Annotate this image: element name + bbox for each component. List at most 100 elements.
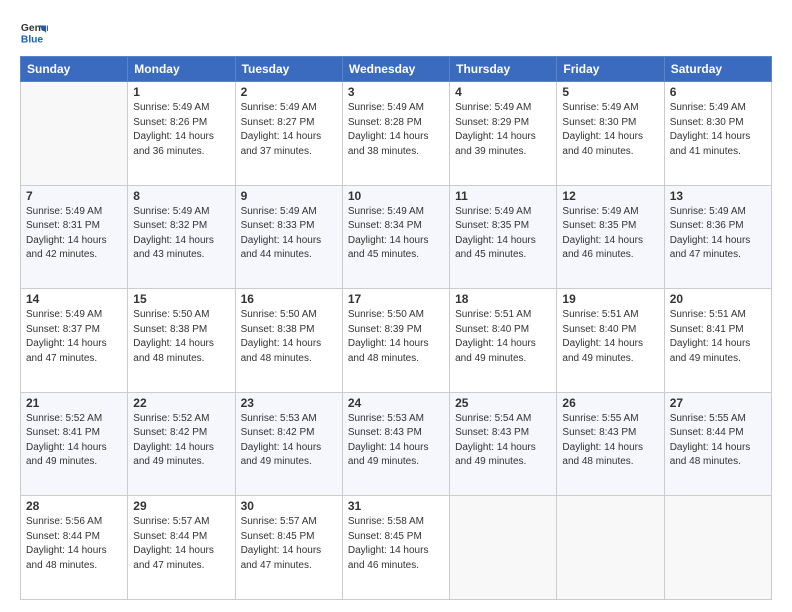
day-info: Sunrise: 5:49 AMSunset: 8:37 PMDaylight:… [26,308,122,366]
day-number: 2 [241,85,337,99]
day-info: Sunrise: 5:56 AMSunset: 8:44 PMDaylight:… [26,515,122,573]
day-number: 27 [670,396,766,410]
calendar-day-cell: 10 Sunrise: 5:49 AMSunset: 8:34 PMDayligh… [342,185,449,289]
day-info: Sunrise: 5:50 AMSunset: 8:38 PMDaylight:… [241,308,337,366]
day-number: 12 [562,189,658,203]
day-number: 13 [670,189,766,203]
day-number: 7 [26,189,122,203]
day-number: 6 [670,85,766,99]
calendar-day-cell: 19Sunrise: 5:51 AMSunset: 8:40 PMDayligh… [557,289,664,393]
day-number: 16 [241,292,337,306]
calendar-day-header: Friday [557,57,664,82]
calendar-day-cell: 8 Sunrise: 5:49 AMSunset: 8:32 PMDaylight… [128,185,235,289]
calendar-week-row: 14 Sunrise: 5:49 AMSunset: 8:37 PMDayligh… [21,289,772,393]
day-info: Sunrise: 5:52 AMSunset: 8:42 PMDaylight:… [133,412,229,470]
calendar-day-cell: 26 Sunrise: 5:55 AMSunset: 8:43 PMDayligh… [557,392,664,496]
day-info: Sunrise: 5:49 AMSunset: 8:26 PMDaylight:… [133,101,229,159]
day-info: Sunrise: 5:57 AMSunset: 8:45 PMDaylight:… [241,515,337,573]
day-number: 15 [133,292,229,306]
day-info: Sunrise: 5:50 AMSunset: 8:38 PMDaylight:… [133,308,229,366]
day-info: Sunrise: 5:49 AMSunset: 8:27 PMDaylight:… [241,101,337,159]
day-number: 5 [562,85,658,99]
calendar-day-cell: 21 Sunrise: 5:52 AMSunset: 8:41 PMDayligh… [21,392,128,496]
day-number: 9 [241,189,337,203]
calendar-day-cell: 18Sunrise: 5:51 AMSunset: 8:40 PMDayligh… [450,289,557,393]
calendar-day-cell: 22 Sunrise: 5:52 AMSunset: 8:42 PMDayligh… [128,392,235,496]
calendar-day-header: Saturday [664,57,771,82]
day-number: 14 [26,292,122,306]
calendar-week-row: 21 Sunrise: 5:52 AMSunset: 8:41 PMDayligh… [21,392,772,496]
calendar-day-cell: 6 Sunrise: 5:49 AMSunset: 8:30 PMDaylight… [664,82,771,186]
calendar-day-cell: 20Sunrise: 5:51 AMSunset: 8:41 PMDayligh… [664,289,771,393]
day-info: Sunrise: 5:49 AMSunset: 8:34 PMDaylight:… [348,205,444,263]
calendar-day-cell: 17 Sunrise: 5:50 AMSunset: 8:39 PMDayligh… [342,289,449,393]
calendar-day-header: Wednesday [342,57,449,82]
calendar-day-cell: 15 Sunrise: 5:50 AMSunset: 8:38 PMDayligh… [128,289,235,393]
day-info: Sunrise: 5:53 AMSunset: 8:43 PMDaylight:… [348,412,444,470]
day-number: 23 [241,396,337,410]
calendar-day-cell [557,496,664,600]
day-number: 21 [26,396,122,410]
calendar-day-cell: 27Sunrise: 5:55 AMSunset: 8:44 PMDayligh… [664,392,771,496]
calendar-day-cell: 29 Sunrise: 5:57 AMSunset: 8:44 PMDayligh… [128,496,235,600]
day-info: Sunrise: 5:49 AMSunset: 8:31 PMDaylight:… [26,205,122,263]
day-number: 24 [348,396,444,410]
calendar-day-cell: 13Sunrise: 5:49 AMSunset: 8:36 PMDayligh… [664,185,771,289]
calendar-day-cell: 25 Sunrise: 5:54 AMSunset: 8:43 PMDayligh… [450,392,557,496]
day-info: Sunrise: 5:49 AMSunset: 8:35 PMDaylight:… [562,205,658,263]
calendar-day-cell: 30 Sunrise: 5:57 AMSunset: 8:45 PMDayligh… [235,496,342,600]
day-info: Sunrise: 5:54 AMSunset: 8:43 PMDaylight:… [455,412,551,470]
day-info: Sunrise: 5:49 AMSunset: 8:29 PMDaylight:… [455,101,551,159]
day-info: Sunrise: 5:51 AMSunset: 8:41 PMDaylight:… [670,308,766,366]
day-number: 26 [562,396,658,410]
calendar-day-cell: 5 Sunrise: 5:49 AMSunset: 8:30 PMDaylight… [557,82,664,186]
calendar-day-cell: 3 Sunrise: 5:49 AMSunset: 8:28 PMDaylight… [342,82,449,186]
day-info: Sunrise: 5:51 AMSunset: 8:40 PMDaylight:… [562,308,658,366]
day-info: Sunrise: 5:57 AMSunset: 8:44 PMDaylight:… [133,515,229,573]
calendar-day-cell [450,496,557,600]
day-info: Sunrise: 5:52 AMSunset: 8:41 PMDaylight:… [26,412,122,470]
calendar-day-cell: 4 Sunrise: 5:49 AMSunset: 8:29 PMDaylight… [450,82,557,186]
calendar-day-header: Monday [128,57,235,82]
calendar-week-row: 1Sunrise: 5:49 AMSunset: 8:26 PMDaylight… [21,82,772,186]
calendar-day-cell: 9 Sunrise: 5:49 AMSunset: 8:33 PMDaylight… [235,185,342,289]
day-number: 29 [133,499,229,513]
calendar-day-header: Sunday [21,57,128,82]
day-info: Sunrise: 5:50 AMSunset: 8:39 PMDaylight:… [348,308,444,366]
calendar-day-cell: 31Sunrise: 5:58 AMSunset: 8:45 PMDayligh… [342,496,449,600]
day-number: 11 [455,189,551,203]
day-number: 18 [455,292,551,306]
day-number: 28 [26,499,122,513]
calendar-day-cell: 12 Sunrise: 5:49 AMSunset: 8:35 PMDayligh… [557,185,664,289]
day-number: 10 [348,189,444,203]
day-number: 22 [133,396,229,410]
day-info: Sunrise: 5:58 AMSunset: 8:45 PMDaylight:… [348,515,444,573]
calendar-day-cell: 11 Sunrise: 5:49 AMSunset: 8:35 PMDayligh… [450,185,557,289]
day-number: 8 [133,189,229,203]
calendar-day-cell [664,496,771,600]
day-info: Sunrise: 5:49 AMSunset: 8:35 PMDaylight:… [455,205,551,263]
day-number: 30 [241,499,337,513]
calendar-day-cell: 16 Sunrise: 5:50 AMSunset: 8:38 PMDayligh… [235,289,342,393]
day-info: Sunrise: 5:49 AMSunset: 8:30 PMDaylight:… [670,101,766,159]
calendar-day-cell: 28 Sunrise: 5:56 AMSunset: 8:44 PMDayligh… [21,496,128,600]
calendar-week-row: 7 Sunrise: 5:49 AMSunset: 8:31 PMDaylight… [21,185,772,289]
calendar-day-cell [21,82,128,186]
day-number: 25 [455,396,551,410]
day-number: 3 [348,85,444,99]
calendar-table: SundayMondayTuesdayWednesdayThursdayFrid… [20,56,772,600]
day-info: Sunrise: 5:49 AMSunset: 8:28 PMDaylight:… [348,101,444,159]
day-info: Sunrise: 5:49 AMSunset: 8:32 PMDaylight:… [133,205,229,263]
calendar-day-cell: 23 Sunrise: 5:53 AMSunset: 8:42 PMDayligh… [235,392,342,496]
calendar-day-header: Thursday [450,57,557,82]
calendar-week-row: 28 Sunrise: 5:56 AMSunset: 8:44 PMDayligh… [21,496,772,600]
day-number: 4 [455,85,551,99]
logo-icon: General Blue [20,18,48,46]
calendar-day-cell: 24 Sunrise: 5:53 AMSunset: 8:43 PMDayligh… [342,392,449,496]
day-info: Sunrise: 5:55 AMSunset: 8:43 PMDaylight:… [562,412,658,470]
day-info: Sunrise: 5:53 AMSunset: 8:42 PMDaylight:… [241,412,337,470]
day-info: Sunrise: 5:49 AMSunset: 8:30 PMDaylight:… [562,101,658,159]
day-info: Sunrise: 5:49 AMSunset: 8:33 PMDaylight:… [241,205,337,263]
calendar-day-cell: 7 Sunrise: 5:49 AMSunset: 8:31 PMDaylight… [21,185,128,289]
day-number: 17 [348,292,444,306]
